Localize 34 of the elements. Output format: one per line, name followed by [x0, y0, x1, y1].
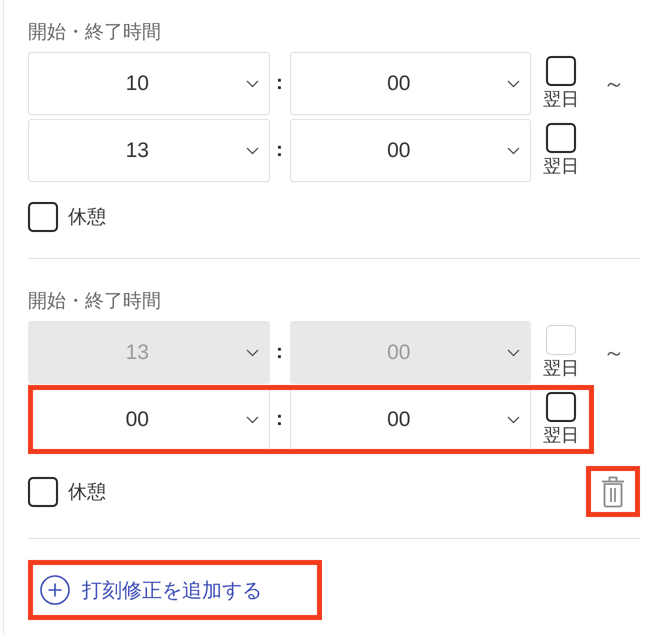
chevron-icon: [507, 348, 520, 356]
hour-select[interactable]: 13: [28, 119, 270, 182]
chevron-icon: [507, 80, 520, 88]
chevron-icon: [246, 348, 258, 356]
break-checkbox[interactable]: [28, 476, 58, 506]
time-separator: :: [275, 139, 284, 162]
next-day-checkbox[interactable]: [546, 123, 576, 153]
chevron-icon: [246, 80, 258, 88]
minute-select[interactable]: 00: [290, 52, 531, 115]
next-day-checkbox[interactable]: [546, 56, 576, 86]
break-checkbox[interactable]: [28, 202, 58, 232]
time-range-label: 開始・終了時間: [28, 290, 162, 314]
next-day-label: 翌日: [543, 357, 579, 379]
chevron-icon: [246, 146, 258, 154]
time-separator: :: [275, 72, 284, 95]
minute-select[interactable]: 00: [290, 119, 531, 182]
next-day-label: 翌日: [543, 424, 579, 446]
range-tilde: ～: [603, 70, 625, 98]
next-day-label: 翌日: [543, 155, 579, 177]
next-day-checkbox[interactable]: [546, 392, 576, 422]
chevron-icon: [246, 416, 258, 424]
plus-circle-icon: [40, 575, 70, 605]
time-range-label: 開始・終了時間: [28, 21, 162, 45]
hour-select[interactable]: 10: [28, 52, 270, 115]
time-separator: :: [275, 341, 284, 364]
range-tilde: ～: [603, 338, 625, 366]
minute-select[interactable]: 00: [290, 388, 531, 451]
break-label: 休憩: [68, 206, 106, 230]
chevron-icon: [507, 416, 520, 424]
break-label: 休憩: [68, 480, 106, 504]
chevron-icon: [507, 146, 520, 154]
trash-icon: [601, 476, 625, 508]
time-separator: :: [275, 408, 284, 431]
next-day-label: 翌日: [543, 88, 579, 110]
